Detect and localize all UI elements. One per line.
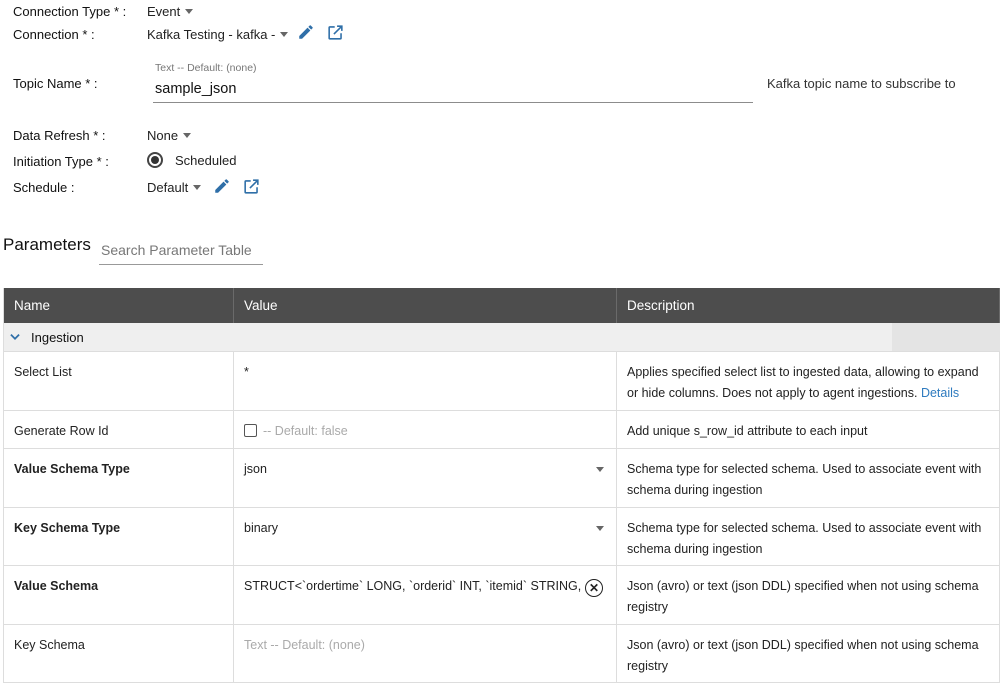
chevron-down-icon: [183, 133, 192, 138]
key-schema-input[interactable]: Text -- Default: (none): [234, 625, 617, 682]
param-description: Add unique s_row_id attribute to each in…: [617, 411, 1000, 448]
column-header-name[interactable]: Name: [4, 288, 234, 323]
value-schema-type-select[interactable]: json: [234, 449, 617, 507]
table-row: Value Schema Type json Schema type for s…: [4, 449, 1000, 508]
parameters-title: Parameters: [3, 235, 91, 254]
external-link-icon: [327, 24, 343, 40]
pencil-icon: [299, 25, 313, 39]
radio-selected-icon: [147, 152, 163, 168]
edit-schedule-button[interactable]: [211, 175, 233, 197]
column-header-value[interactable]: Value: [234, 288, 617, 323]
schedule-select[interactable]: Default: [147, 180, 202, 195]
initiation-type-radio-scheduled[interactable]: Scheduled: [147, 152, 236, 168]
value-schema-input[interactable]: STRUCT<`ordertime` LONG, `orderid` INT, …: [234, 566, 617, 624]
data-refresh-label: Data Refresh * :: [13, 128, 106, 143]
table-header: Name Value Description: [4, 288, 1000, 323]
chevron-down-icon: [193, 185, 202, 190]
param-value: -- Default: false: [263, 424, 348, 438]
schedule-value: Default: [147, 180, 189, 195]
chevron-down-icon: [10, 334, 20, 340]
table-row: Value Schema STRUCT<`ordertime` LONG, `o…: [4, 566, 1000, 625]
group-label: Ingestion: [31, 329, 84, 345]
data-refresh-select[interactable]: None: [147, 128, 192, 143]
connection-label: Connection * :: [13, 27, 95, 42]
topic-name-hint: Text -- Default: (none): [155, 62, 257, 74]
table-row: Key Schema Text -- Default: (none) Json …: [4, 625, 1000, 683]
connection-select[interactable]: Kafka Testing - kafka -: [147, 27, 289, 42]
param-name: Generate Row Id: [4, 411, 234, 448]
param-value: json: [244, 462, 267, 476]
initiation-type-label: Initiation Type * :: [13, 154, 109, 169]
key-schema-type-select[interactable]: binary: [234, 508, 617, 565]
generate-row-id-checkbox[interactable]: [244, 424, 257, 437]
external-link-icon: [243, 178, 259, 194]
param-value: *: [244, 365, 249, 379]
open-connection-button[interactable]: [324, 21, 346, 43]
table-row: Select List * Applies specified select l…: [4, 352, 1000, 411]
param-description: Schema type for selected schema. Used to…: [617, 508, 1000, 565]
topic-name-value: sample_json: [155, 81, 237, 97]
parameter-search-placeholder: Search Parameter Table: [101, 242, 252, 258]
data-refresh-value: None: [147, 128, 179, 143]
param-description: Json (avro) or text (json DDL) specified…: [617, 566, 1000, 624]
clear-icon[interactable]: ✕: [585, 579, 603, 597]
pencil-icon: [215, 179, 229, 193]
param-name: Key Schema: [4, 625, 234, 682]
chevron-down-icon: [596, 467, 604, 472]
initiation-type-value: Scheduled: [175, 152, 237, 168]
param-description: Applies specified select list to ingeste…: [617, 352, 1000, 410]
chevron-down-icon: [280, 32, 289, 37]
topic-name-label: Topic Name * :: [13, 76, 98, 91]
param-name: Select List: [4, 352, 234, 410]
group-row-ingestion[interactable]: Ingestion: [4, 323, 1000, 352]
generate-row-id-field: -- Default: false: [234, 411, 617, 448]
schedule-label: Schedule :: [13, 180, 75, 195]
connection-type-select[interactable]: Event: [147, 4, 194, 19]
param-description: Json (avro) or text (json DDL) specified…: [617, 625, 1000, 682]
chevron-down-icon: [596, 526, 604, 531]
param-value: STRUCT<`ordertime` LONG, `orderid` INT, …: [244, 579, 581, 593]
connection-value: Kafka Testing - kafka -: [147, 27, 276, 42]
column-header-description[interactable]: Description: [617, 288, 1000, 323]
select-list-input[interactable]: *: [234, 352, 617, 410]
param-description: Schema type for selected schema. Used to…: [617, 449, 1000, 507]
topic-name-description: Kafka topic name to subscribe to: [767, 76, 956, 91]
param-name: Value Schema: [4, 566, 234, 624]
table-row: Generate Row Id -- Default: false Add un…: [4, 411, 1000, 449]
chevron-down-icon: [185, 9, 194, 14]
param-name: Key Schema Type: [4, 508, 234, 565]
parameter-search-input[interactable]: Search Parameter Table: [99, 240, 263, 265]
param-value: binary: [244, 521, 279, 535]
details-link[interactable]: Details: [921, 386, 959, 400]
edit-connection-button[interactable]: [295, 21, 317, 43]
connection-type-label: Connection Type * :: [13, 4, 127, 19]
open-schedule-button[interactable]: [240, 175, 262, 197]
parameters-table: Name Value Description Ingestion Select …: [3, 288, 1000, 683]
connection-type-value: Event: [147, 4, 181, 19]
topic-name-input[interactable]: sample_json: [153, 78, 753, 103]
table-row: Key Schema Type binary Schema type for s…: [4, 508, 1000, 566]
param-name: Value Schema Type: [4, 449, 234, 507]
param-placeholder: Text -- Default: (none): [244, 638, 365, 652]
